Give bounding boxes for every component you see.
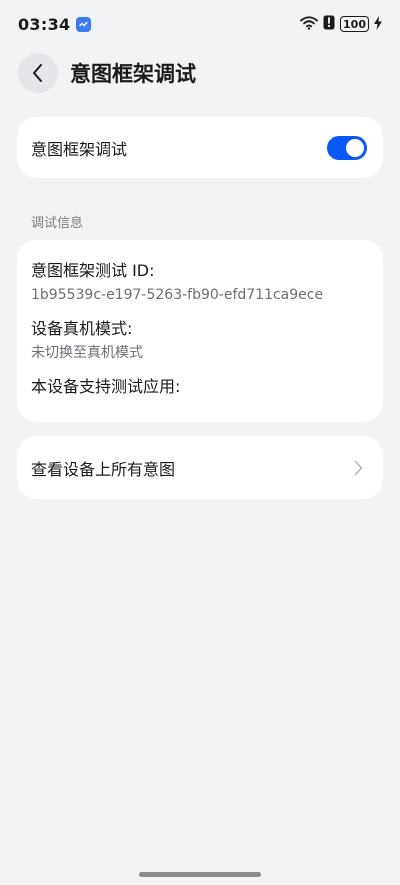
chevron-right-icon	[354, 460, 363, 475]
view-all-intents-label: 查看设备上所有意图	[31, 459, 176, 479]
status-bar: 03:34 100	[0, 0, 400, 48]
test-id-label: 意图框架测试 ID:	[31, 261, 155, 280]
battery-icon: 100	[340, 16, 369, 32]
test-id-block: 意图框架测试 ID: 1b95539c-e197-5263-fb90-efd71…	[31, 260, 369, 305]
supported-apps-block: 本设备支持测试应用:	[31, 376, 369, 398]
status-time: 03:34	[18, 14, 71, 34]
switch-knob	[346, 138, 364, 157]
debug-info-card: 意图框架测试 ID: 1b95539c-e197-5263-fb90-efd71…	[17, 240, 383, 422]
battery-saver-icon	[323, 15, 335, 34]
debug-toggle-label: 意图框架调试	[31, 139, 128, 159]
debug-toggle-switch[interactable]	[327, 135, 367, 160]
view-all-intents-row[interactable]: 查看设备上所有意图	[17, 436, 383, 499]
wifi-icon	[300, 15, 318, 34]
title-bar: 意图框架调试	[0, 48, 400, 98]
debug-toggle-row[interactable]: 意图框架调试	[17, 117, 383, 178]
device-mode-value: 未切换至真机模式	[31, 345, 143, 361]
chevron-left-icon	[33, 64, 42, 82]
device-mode-block: 设备真机模式: 未切换至真机模式	[31, 318, 369, 363]
home-indicator[interactable]	[139, 872, 261, 877]
charging-icon	[374, 15, 382, 34]
back-button[interactable]	[18, 53, 58, 93]
battery-level: 100	[340, 16, 369, 32]
device-mode-label: 设备真机模式:	[31, 319, 133, 338]
status-bar-right: 100	[300, 15, 382, 34]
status-bar-left: 03:34	[18, 14, 92, 34]
app-notification-icon	[76, 16, 92, 32]
test-id-value: 1b95539c-e197-5263-fb90-efd711ca9ece	[31, 287, 324, 303]
page-title: 意图框架调试	[70, 62, 196, 86]
supported-apps-label: 本设备支持测试应用:	[31, 377, 181, 396]
section-header-debug-info: 调试信息	[31, 216, 84, 231]
